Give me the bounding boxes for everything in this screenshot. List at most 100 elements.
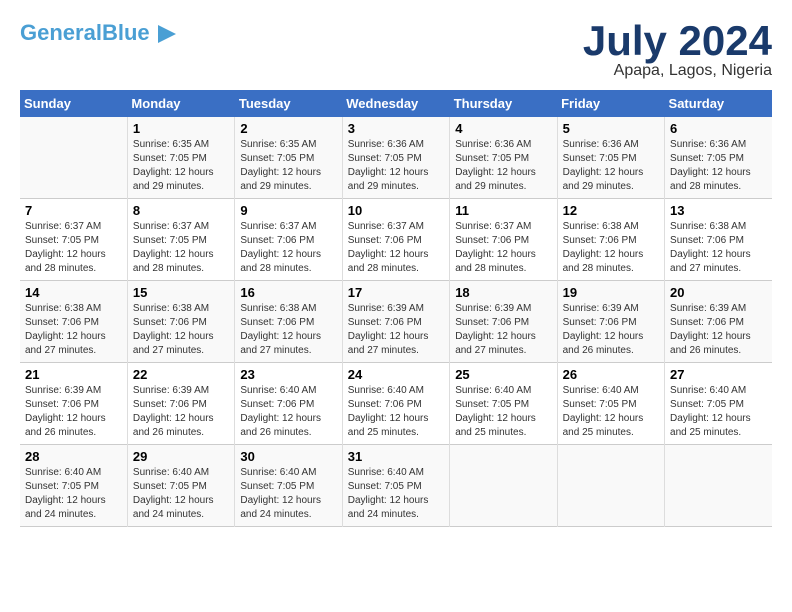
day-number: 26 <box>563 367 659 382</box>
day-info: Sunrise: 6:35 AMSunset: 7:05 PMDaylight:… <box>240 138 336 194</box>
calendar-cell: 28 Sunrise: 6:40 AMSunset: 7:05 PMDayligh… <box>20 445 127 527</box>
day-number: 10 <box>348 203 444 218</box>
day-info: Sunrise: 6:38 AMSunset: 7:06 PMDaylight:… <box>133 302 229 358</box>
calendar-cell <box>20 117 127 199</box>
day-info: Sunrise: 6:37 AMSunset: 7:05 PMDaylight:… <box>133 220 229 276</box>
weekday-header: Monday <box>127 90 234 117</box>
weekday-header: Saturday <box>665 90 772 117</box>
calendar-week-row: 1 Sunrise: 6:35 AMSunset: 7:05 PMDaylight… <box>20 117 772 199</box>
day-number: 4 <box>455 121 551 136</box>
day-info: Sunrise: 6:40 AMSunset: 7:05 PMDaylight:… <box>670 384 767 440</box>
day-number: 25 <box>455 367 551 382</box>
calendar-cell: 16 Sunrise: 6:38 AMSunset: 7:06 PMDayligh… <box>235 281 342 363</box>
weekday-header: Friday <box>557 90 664 117</box>
weekday-header: Tuesday <box>235 90 342 117</box>
day-number: 24 <box>348 367 444 382</box>
day-info: Sunrise: 6:40 AMSunset: 7:05 PMDaylight:… <box>563 384 659 440</box>
day-number: 16 <box>240 285 336 300</box>
logo: GeneralBlue <box>20 20 176 46</box>
day-info: Sunrise: 6:39 AMSunset: 7:06 PMDaylight:… <box>25 384 122 440</box>
month-year: July 2024 <box>583 20 772 62</box>
day-info: Sunrise: 6:40 AMSunset: 7:05 PMDaylight:… <box>348 466 444 522</box>
day-number: 28 <box>25 449 122 464</box>
day-info: Sunrise: 6:38 AMSunset: 7:06 PMDaylight:… <box>563 220 659 276</box>
calendar-body: 1 Sunrise: 6:35 AMSunset: 7:05 PMDaylight… <box>20 117 772 527</box>
calendar-cell: 20 Sunrise: 6:39 AMSunset: 7:06 PMDayligh… <box>665 281 772 363</box>
calendar-cell: 31Sunrise: 6:40 AMSunset: 7:05 PMDayligh… <box>342 445 449 527</box>
day-number: 2 <box>240 121 336 136</box>
calendar-cell: 1Sunrise: 6:35 AMSunset: 7:05 PMDaylight… <box>127 117 234 199</box>
day-info: Sunrise: 6:39 AMSunset: 7:06 PMDaylight:… <box>455 302 551 358</box>
calendar-header: SundayMondayTuesdayWednesdayThursdayFrid… <box>20 90 772 117</box>
calendar-week-row: 28 Sunrise: 6:40 AMSunset: 7:05 PMDayligh… <box>20 445 772 527</box>
day-info: Sunrise: 6:39 AMSunset: 7:06 PMDaylight:… <box>563 302 659 358</box>
day-info: Sunrise: 6:36 AMSunset: 7:05 PMDaylight:… <box>670 138 767 194</box>
day-number: 18 <box>455 285 551 300</box>
day-number: 8 <box>133 203 229 218</box>
day-number: 20 <box>670 285 767 300</box>
day-number: 1 <box>133 121 229 136</box>
calendar-cell: 13Sunrise: 6:38 AMSunset: 7:06 PMDayligh… <box>665 199 772 281</box>
day-info: Sunrise: 6:40 AMSunset: 7:06 PMDaylight:… <box>348 384 444 440</box>
logo-blue: Blue <box>102 20 150 45</box>
day-info: Sunrise: 6:37 AMSunset: 7:06 PMDaylight:… <box>240 220 336 276</box>
day-number: 6 <box>670 121 767 136</box>
day-info: Sunrise: 6:38 AMSunset: 7:06 PMDaylight:… <box>240 302 336 358</box>
day-info: Sunrise: 6:37 AMSunset: 7:05 PMDaylight:… <box>25 220 122 276</box>
calendar-cell: 19 Sunrise: 6:39 AMSunset: 7:06 PMDayligh… <box>557 281 664 363</box>
logo-general: General <box>20 20 102 45</box>
day-info: Sunrise: 6:36 AMSunset: 7:05 PMDaylight:… <box>563 138 659 194</box>
calendar-cell: 3Sunrise: 6:36 AMSunset: 7:05 PMDaylight… <box>342 117 449 199</box>
calendar-cell: 25 Sunrise: 6:40 AMSunset: 7:05 PMDayligh… <box>450 363 557 445</box>
calendar-cell: 6 Sunrise: 6:36 AMSunset: 7:05 PMDaylight… <box>665 117 772 199</box>
day-number: 5 <box>563 121 659 136</box>
calendar-cell: 14 Sunrise: 6:38 AMSunset: 7:06 PMDayligh… <box>20 281 127 363</box>
day-number: 29 <box>133 449 229 464</box>
calendar-week-row: 21 Sunrise: 6:39 AMSunset: 7:06 PMDayligh… <box>20 363 772 445</box>
day-number: 14 <box>25 285 122 300</box>
day-info: Sunrise: 6:40 AMSunset: 7:05 PMDaylight:… <box>240 466 336 522</box>
calendar-cell <box>665 445 772 527</box>
logo-text: GeneralBlue <box>20 20 176 46</box>
calendar-cell <box>557 445 664 527</box>
day-info: Sunrise: 6:40 AMSunset: 7:05 PMDaylight:… <box>25 466 122 522</box>
day-number: 27 <box>670 367 767 382</box>
calendar-cell: 17Sunrise: 6:39 AMSunset: 7:06 PMDayligh… <box>342 281 449 363</box>
day-number: 9 <box>240 203 336 218</box>
day-number: 22 <box>133 367 229 382</box>
calendar-cell: 30Sunrise: 6:40 AMSunset: 7:05 PMDayligh… <box>235 445 342 527</box>
day-info: Sunrise: 6:36 AMSunset: 7:05 PMDaylight:… <box>455 138 551 194</box>
title-area: July 2024 Apapa, Lagos, Nigeria <box>583 20 772 80</box>
day-info: Sunrise: 6:39 AMSunset: 7:06 PMDaylight:… <box>348 302 444 358</box>
logo-icon <box>158 25 176 43</box>
calendar-cell: 11Sunrise: 6:37 AMSunset: 7:06 PMDayligh… <box>450 199 557 281</box>
header: GeneralBlue July 2024 Apapa, Lagos, Nige… <box>20 20 772 80</box>
day-info: Sunrise: 6:39 AMSunset: 7:06 PMDaylight:… <box>670 302 767 358</box>
day-info: Sunrise: 6:40 AMSunset: 7:05 PMDaylight:… <box>455 384 551 440</box>
day-info: Sunrise: 6:40 AMSunset: 7:06 PMDaylight:… <box>240 384 336 440</box>
calendar-cell: 5 Sunrise: 6:36 AMSunset: 7:05 PMDaylight… <box>557 117 664 199</box>
calendar-cell: 29Sunrise: 6:40 AMSunset: 7:05 PMDayligh… <box>127 445 234 527</box>
day-number: 7 <box>25 203 122 218</box>
calendar-cell: 15Sunrise: 6:38 AMSunset: 7:06 PMDayligh… <box>127 281 234 363</box>
calendar-cell: 22Sunrise: 6:39 AMSunset: 7:06 PMDayligh… <box>127 363 234 445</box>
calendar-cell: 2 Sunrise: 6:35 AMSunset: 7:05 PMDaylight… <box>235 117 342 199</box>
calendar-cell: 12Sunrise: 6:38 AMSunset: 7:06 PMDayligh… <box>557 199 664 281</box>
day-info: Sunrise: 6:37 AMSunset: 7:06 PMDaylight:… <box>348 220 444 276</box>
calendar-table: SundayMondayTuesdayWednesdayThursdayFrid… <box>20 90 772 527</box>
day-number: 13 <box>670 203 767 218</box>
calendar-cell: 7 Sunrise: 6:37 AMSunset: 7:05 PMDaylight… <box>20 199 127 281</box>
calendar-week-row: 7 Sunrise: 6:37 AMSunset: 7:05 PMDaylight… <box>20 199 772 281</box>
calendar-cell: 9 Sunrise: 6:37 AMSunset: 7:06 PMDaylight… <box>235 199 342 281</box>
weekday-header: Thursday <box>450 90 557 117</box>
calendar-cell: 8 Sunrise: 6:37 AMSunset: 7:05 PMDaylight… <box>127 199 234 281</box>
weekday-header: Sunday <box>20 90 127 117</box>
location: Apapa, Lagos, Nigeria <box>583 62 772 80</box>
day-number: 19 <box>563 285 659 300</box>
day-number: 21 <box>25 367 122 382</box>
calendar-cell: 26 Sunrise: 6:40 AMSunset: 7:05 PMDayligh… <box>557 363 664 445</box>
calendar-cell: 27 Sunrise: 6:40 AMSunset: 7:05 PMDayligh… <box>665 363 772 445</box>
day-info: Sunrise: 6:38 AMSunset: 7:06 PMDaylight:… <box>25 302 122 358</box>
weekday-header: Wednesday <box>342 90 449 117</box>
calendar-cell: 10 Sunrise: 6:37 AMSunset: 7:06 PMDayligh… <box>342 199 449 281</box>
